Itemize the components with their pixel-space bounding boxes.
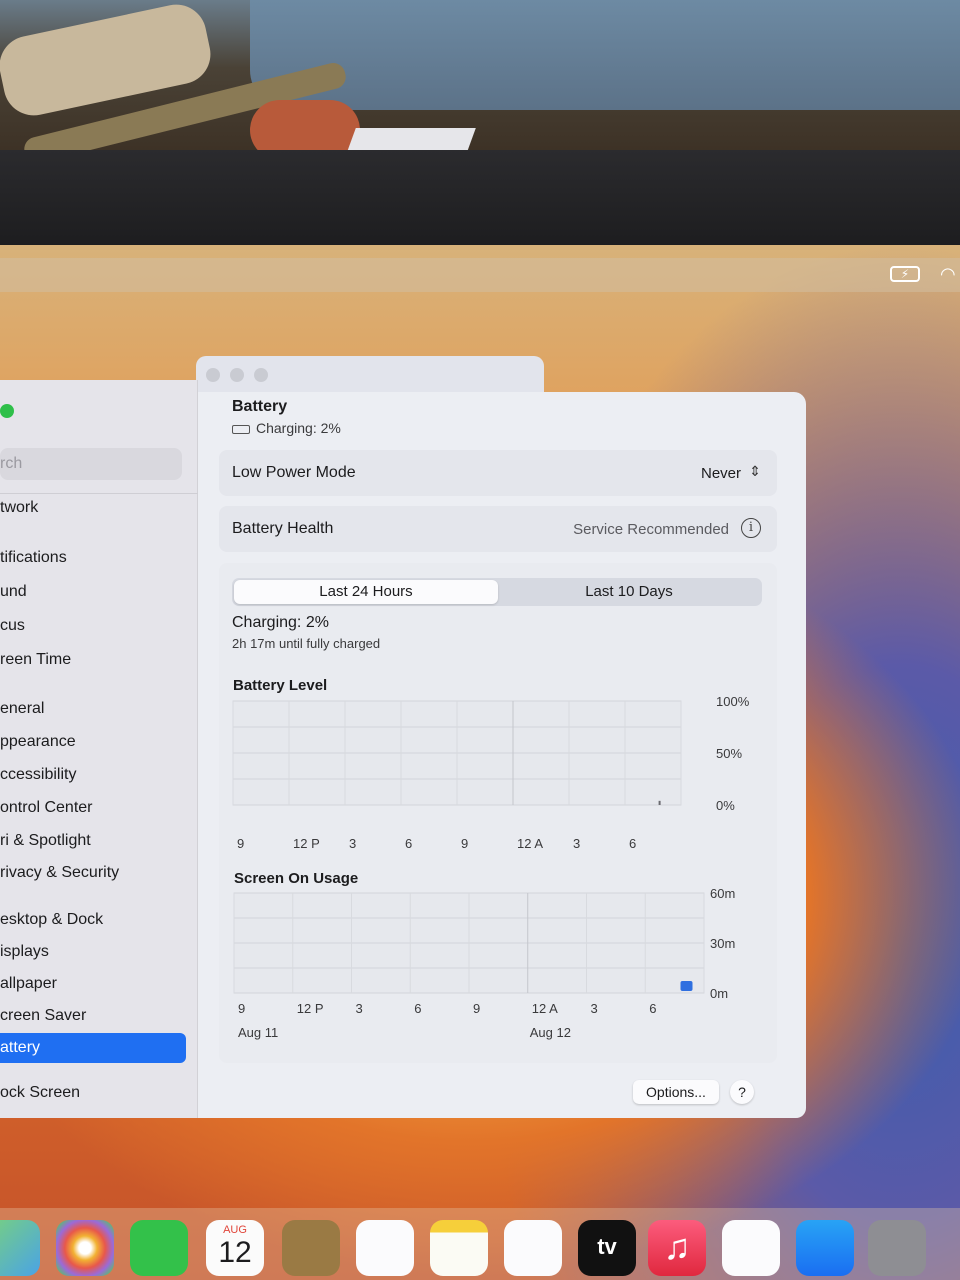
- battery-level-bar: [658, 800, 661, 805]
- x-tick-label: 9: [461, 836, 468, 851]
- help-button[interactable]: ?: [730, 1080, 754, 1104]
- apple-tv-icon[interactable]: tv: [578, 1220, 636, 1276]
- y-tick-label: 0m: [710, 986, 728, 1001]
- reminders-icon[interactable]: [356, 1220, 414, 1276]
- x-tick-label: 9: [238, 1001, 245, 1016]
- contacts-icon[interactable]: [282, 1220, 340, 1276]
- charts-layer: 100% 50% 0% 9 12 P 3 6 9 12 A 3 6 60m 30m 0m 9 12 P 3 6 9 1…: [232, 694, 750, 1040]
- y-tick-label: 60m: [710, 886, 735, 901]
- y-tick-label: 50%: [716, 746, 742, 761]
- calendar-month: AUG: [223, 1224, 247, 1236]
- music-note-icon: ♫: [663, 1226, 691, 1267]
- music-icon[interactable]: ♫: [648, 1220, 706, 1276]
- y-tick-label: 0%: [716, 798, 735, 813]
- system-settings-icon[interactable]: [868, 1220, 926, 1276]
- x-tick-label: 12 P: [297, 1001, 324, 1016]
- x-tick-label: 3: [591, 1001, 598, 1016]
- date-label: Aug 11: [238, 1025, 278, 1040]
- options-button[interactable]: Options...: [633, 1080, 719, 1104]
- y-tick-label: 30m: [710, 936, 735, 951]
- x-tick-label: 6: [649, 1001, 656, 1016]
- photos-icon[interactable]: [56, 1220, 114, 1276]
- x-tick-label: 3: [573, 836, 580, 851]
- news-icon[interactable]: [722, 1220, 780, 1276]
- x-tick-label: 9: [237, 836, 244, 851]
- maps-icon[interactable]: [0, 1220, 40, 1276]
- tv-label: tv: [597, 1234, 617, 1259]
- x-tick-label: 3: [349, 836, 356, 851]
- x-tick-label: 12 P: [293, 836, 320, 851]
- notes-icon[interactable]: [430, 1220, 488, 1276]
- x-tick-label: 9: [473, 1001, 480, 1016]
- x-tick-label: 6: [405, 836, 412, 851]
- x-tick-label: 12 A: [517, 836, 543, 851]
- date-label: Aug 12: [530, 1025, 571, 1040]
- freeform-icon[interactable]: [504, 1220, 562, 1276]
- x-tick-label: 6: [414, 1001, 421, 1016]
- screen-usage-bar: [680, 981, 693, 991]
- app-store-icon[interactable]: [796, 1220, 854, 1276]
- calendar-icon[interactable]: AUG 12: [206, 1220, 264, 1276]
- calendar-day: 12: [218, 1236, 252, 1269]
- facetime-icon[interactable]: [130, 1220, 188, 1276]
- x-tick-label: 12 A: [532, 1001, 558, 1016]
- x-tick-label: 3: [356, 1001, 363, 1016]
- x-tick-label: 6: [629, 836, 636, 851]
- y-tick-label: 100%: [716, 694, 750, 709]
